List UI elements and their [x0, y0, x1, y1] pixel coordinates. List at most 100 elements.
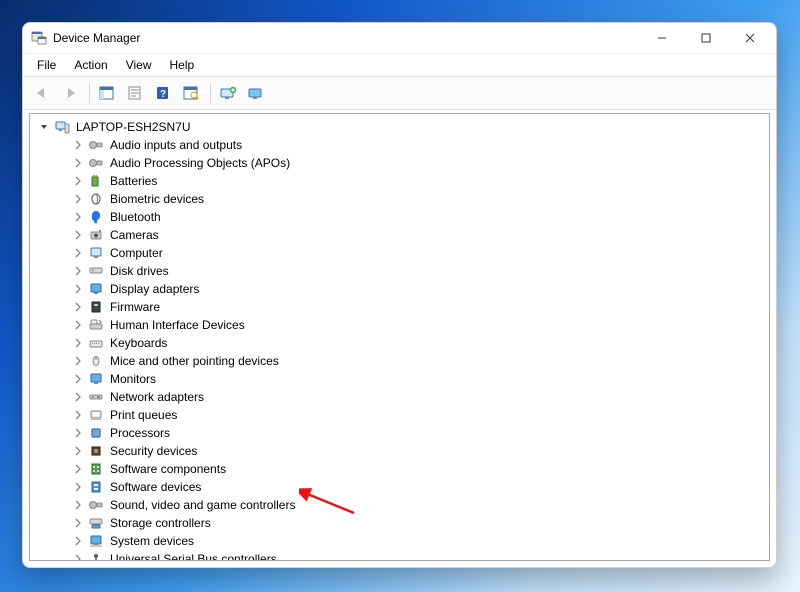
tree-item[interactable]: Security devices	[30, 442, 769, 460]
window-title: Device Manager	[53, 31, 140, 45]
tree-item[interactable]: Mice and other pointing devices	[30, 352, 769, 370]
category-icon	[88, 533, 104, 549]
chevron-right-icon[interactable]	[72, 481, 84, 493]
chevron-right-icon[interactable]	[72, 445, 84, 457]
tree-item-label: Software components	[108, 462, 228, 476]
tree-item[interactable]: Universal Serial Bus controllers	[30, 550, 769, 561]
tree-item[interactable]: Network adapters	[30, 388, 769, 406]
chevron-right-icon[interactable]	[72, 373, 84, 385]
category-icon	[88, 335, 104, 351]
maximize-button[interactable]	[684, 24, 728, 52]
chevron-right-icon[interactable]	[72, 553, 84, 561]
chevron-right-icon[interactable]	[72, 175, 84, 187]
tree-item[interactable]: Batteries	[30, 172, 769, 190]
menu-help[interactable]: Help	[162, 56, 203, 74]
chevron-right-icon[interactable]	[72, 319, 84, 331]
tree-item[interactable]: Audio Processing Objects (APOs)	[30, 154, 769, 172]
minimize-button[interactable]	[640, 24, 684, 52]
toolbar-scan-hardware-button[interactable]	[178, 81, 204, 105]
menubar: File Action View Help	[23, 53, 776, 76]
chevron-right-icon[interactable]	[72, 193, 84, 205]
tree-item[interactable]: Human Interface Devices	[30, 316, 769, 334]
tree-item[interactable]: System devices	[30, 532, 769, 550]
toolbar: ?	[23, 76, 776, 110]
tree-item-label: Security devices	[108, 444, 199, 458]
toolbar-separator	[89, 83, 90, 103]
menu-file[interactable]: File	[29, 56, 64, 74]
chevron-right-icon[interactable]	[72, 535, 84, 547]
category-icon	[88, 263, 104, 279]
category-icon	[88, 425, 104, 441]
tree-item-label: Print queues	[108, 408, 179, 422]
tree-item[interactable]: Monitors	[30, 370, 769, 388]
tree-item-label: Sound, video and game controllers	[108, 498, 297, 512]
tree-item[interactable]: Keyboards	[30, 334, 769, 352]
chevron-right-icon[interactable]	[72, 391, 84, 403]
tree-item[interactable]: Disk drives	[30, 262, 769, 280]
chevron-right-icon[interactable]	[72, 265, 84, 277]
tree-item-label: Display adapters	[108, 282, 201, 296]
category-icon	[88, 227, 104, 243]
chevron-right-icon[interactable]	[72, 409, 84, 421]
tree-item-label: Human Interface Devices	[108, 318, 247, 332]
category-icon	[88, 137, 104, 153]
chevron-right-icon[interactable]	[72, 337, 84, 349]
chevron-right-icon[interactable]	[72, 499, 84, 511]
tree-root[interactable]: LAPTOP-ESH2SN7U	[30, 118, 769, 136]
tree-item-label: Firmware	[108, 300, 162, 314]
tree-item[interactable]: Bluetooth	[30, 208, 769, 226]
chevron-right-icon[interactable]	[72, 517, 84, 529]
device-tree: LAPTOP-ESH2SN7U Audio inputs and outputs A…	[30, 114, 769, 561]
toolbar-properties-button[interactable]	[122, 81, 148, 105]
tree-root-label: LAPTOP-ESH2SN7U	[74, 120, 193, 134]
tree-item[interactable]: Cameras	[30, 226, 769, 244]
tree-item[interactable]: Software devices	[30, 478, 769, 496]
tree-item-label: Software devices	[108, 480, 203, 494]
toolbar-help-button[interactable]: ?	[150, 81, 176, 105]
tree-item[interactable]: Audio inputs and outputs	[30, 136, 769, 154]
category-icon	[88, 299, 104, 315]
tree-item-label: Biometric devices	[108, 192, 206, 206]
toolbar-remove-device-button[interactable]	[243, 81, 269, 105]
svg-text:?: ?	[160, 89, 166, 100]
toolbar-show-hide-tree-button[interactable]	[94, 81, 120, 105]
chevron-right-icon[interactable]	[72, 301, 84, 313]
chevron-right-icon[interactable]	[72, 211, 84, 223]
tree-item[interactable]: Computer	[30, 244, 769, 262]
toolbar-back-button[interactable]	[29, 81, 55, 105]
chevron-right-icon[interactable]	[72, 247, 84, 259]
chevron-right-icon[interactable]	[72, 157, 84, 169]
menu-action[interactable]: Action	[66, 56, 115, 74]
tree-item[interactable]: Sound, video and game controllers	[30, 496, 769, 514]
tree-item-label: Cameras	[108, 228, 161, 242]
category-icon	[88, 353, 104, 369]
tree-item-label: Network adapters	[108, 390, 206, 404]
app-icon	[31, 30, 47, 46]
toolbar-add-legacy-hardware-button[interactable]	[215, 81, 241, 105]
chevron-right-icon[interactable]	[72, 463, 84, 475]
tree-item[interactable]: Firmware	[30, 298, 769, 316]
chevron-right-icon[interactable]	[72, 139, 84, 151]
tree-item[interactable]: Software components	[30, 460, 769, 478]
close-button[interactable]	[728, 24, 772, 52]
menu-view[interactable]: View	[118, 56, 160, 74]
tree-item-label: Computer	[108, 246, 165, 260]
tree-item[interactable]: Display adapters	[30, 280, 769, 298]
chevron-right-icon[interactable]	[72, 283, 84, 295]
chevron-right-icon[interactable]	[72, 355, 84, 367]
tree-item-label: Audio inputs and outputs	[108, 138, 244, 152]
chevron-right-icon[interactable]	[72, 229, 84, 241]
tree-item[interactable]: Biometric devices	[30, 190, 769, 208]
tree-item[interactable]: Storage controllers	[30, 514, 769, 532]
tree-item[interactable]: Processors	[30, 424, 769, 442]
device-tree-pane[interactable]: LAPTOP-ESH2SN7U Audio inputs and outputs A…	[29, 113, 770, 561]
device-manager-window: Device Manager File Action View Help ?	[22, 22, 777, 568]
chevron-down-icon[interactable]	[38, 121, 50, 133]
tree-item-label: Mice and other pointing devices	[108, 354, 281, 368]
category-icon	[88, 443, 104, 459]
category-icon	[88, 461, 104, 477]
chevron-right-icon[interactable]	[72, 427, 84, 439]
toolbar-forward-button[interactable]	[57, 81, 83, 105]
tree-item[interactable]: Print queues	[30, 406, 769, 424]
category-icon	[88, 371, 104, 387]
